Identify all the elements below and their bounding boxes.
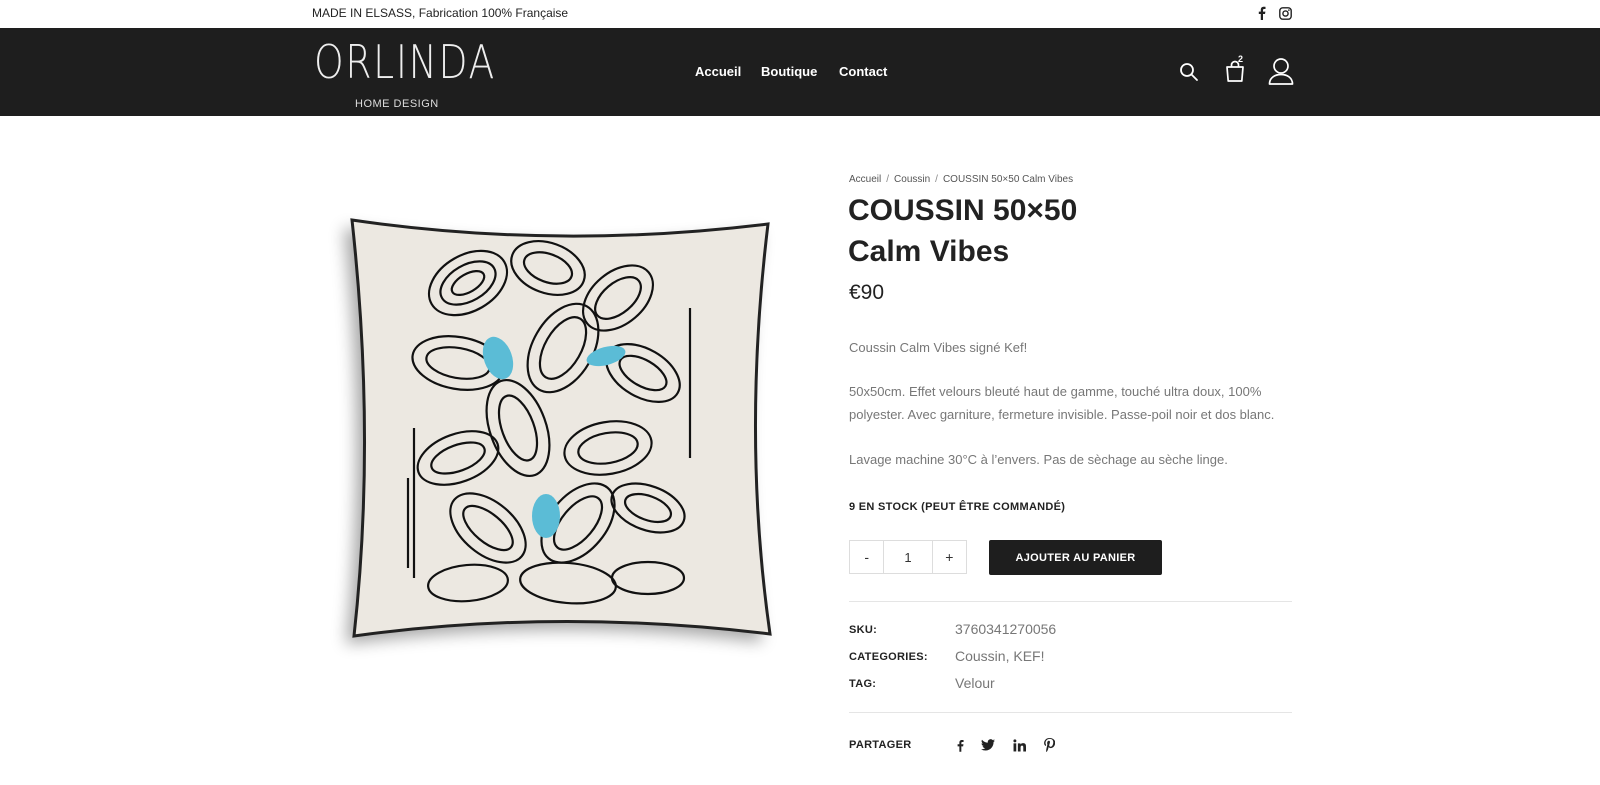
- logo-wordmark: ORLINDA: [314, 35, 496, 89]
- breadcrumb-item-coussin[interactable]: Coussin: [894, 174, 930, 185]
- product-description-intro: Coussin Calm Vibes signé Kef!: [849, 340, 1028, 355]
- product-image[interactable]: [318, 188, 796, 666]
- categories-value[interactable]: Coussin, KEF!: [955, 648, 1044, 664]
- quantity-decrease-button[interactable]: -: [850, 541, 883, 573]
- search-icon[interactable]: [1178, 61, 1200, 83]
- categories-label: CATEGORIES:: [849, 651, 928, 663]
- share-label: PARTAGER: [849, 739, 912, 751]
- breadcrumb-separator: /: [886, 174, 890, 185]
- product-description-details: 50x50cm. Effet velours bleuté haut de ga…: [849, 384, 1275, 422]
- product-description-care: Lavage machine 30°C à l’envers. Pas de s…: [849, 452, 1228, 467]
- divider: [849, 712, 1292, 713]
- tag-value[interactable]: Velour: [955, 675, 995, 691]
- topbar-message: MADE IN ELSASS, Fabrication 100% Françai…: [312, 6, 569, 20]
- breadcrumb-item-accueil[interactable]: Accueil: [849, 174, 881, 185]
- divider: [849, 601, 1292, 602]
- share-facebook-icon[interactable]: [952, 737, 968, 753]
- site-logo[interactable]: ORLINDA HOME DESIGN: [314, 34, 494, 110]
- stock-status: 9 EN STOCK (PEUT ÊTRE COMMANDÉ): [849, 501, 1066, 513]
- facebook-icon[interactable]: [1253, 5, 1269, 21]
- account-icon[interactable]: [1267, 56, 1295, 86]
- main-header: ORLINDA HOME DESIGN Accueil Boutique Con…: [0, 28, 1600, 116]
- breadcrumb-separator: /: [935, 174, 938, 185]
- nav-item-boutique[interactable]: Boutique: [761, 64, 817, 79]
- add-to-cart-button[interactable]: AJOUTER AU PANIER: [989, 540, 1162, 575]
- product-title-line1: COUSSIN 50×50: [848, 194, 1078, 227]
- breadcrumb-item-current: COUSSIN 50×50 Calm Vibes: [942, 174, 1074, 185]
- cart-count-badge: 2: [1238, 54, 1244, 64]
- breadcrumb: Accueil / Coussin / COUSSIN 50×50 Calm Vibes: [849, 174, 1073, 185]
- quantity-stepper: - 1 +: [849, 540, 967, 574]
- quantity-increase-button[interactable]: +: [933, 541, 966, 573]
- quantity-input[interactable]: 1: [883, 541, 933, 573]
- nav-item-accueil[interactable]: Accueil: [695, 64, 741, 79]
- top-bar: MADE IN ELSASS, Fabrication 100% Françai…: [0, 0, 1600, 28]
- product-title-line2: Calm Vibes: [848, 235, 1010, 268]
- nav-item-contact[interactable]: Contact: [839, 64, 887, 79]
- product-price: €90: [849, 281, 885, 304]
- share-twitter-icon[interactable]: [980, 737, 996, 753]
- sku-value: 3760341270056: [955, 621, 1057, 637]
- instagram-icon[interactable]: [1277, 5, 1293, 21]
- sku-label: SKU:: [849, 624, 878, 636]
- logo-tagline: HOME DESIGN: [355, 98, 439, 110]
- tag-label: TAG:: [849, 678, 877, 690]
- share-linkedin-icon[interactable]: [1011, 737, 1027, 753]
- product-title: COUSSIN 50×50 Calm Vibes: [848, 190, 1248, 272]
- share-pinterest-icon[interactable]: [1041, 737, 1057, 753]
- cart-icon[interactable]: 2: [1222, 54, 1248, 84]
